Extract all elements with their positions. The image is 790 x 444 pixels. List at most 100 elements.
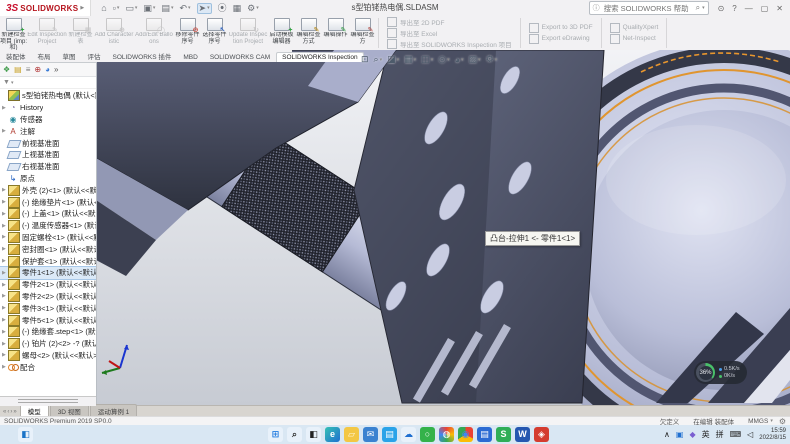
dropdown-caret-icon[interactable]: ▾ <box>117 6 120 11</box>
tab-nav-arrow-icon[interactable]: « <box>3 409 6 415</box>
dropdown-caret-icon[interactable]: ▾ <box>431 57 434 63</box>
feature-tree-row[interactable]: ▶ 零件1<1> (默认<<默认>_显示状态 <box>0 267 96 279</box>
dropdown-caret-icon[interactable]: ▾ <box>447 57 450 63</box>
export-menu-item[interactable]: Export to 3D PDF <box>529 23 593 33</box>
dropdown-caret-icon[interactable]: ▾ <box>207 6 210 11</box>
window-control-button[interactable]: ? <box>729 4 739 13</box>
feature-tree-row[interactable]: ▶ (-) 绝缘垫片<1> (默认<<默认>_显 <box>0 196 96 208</box>
status-item[interactable]: MMGS ▾ <box>748 418 773 425</box>
feature-tree-row[interactable]: s型铂铑热电偶 (默认<默认_显示状态-1 <box>0 90 96 102</box>
tray-icon[interactable]: ∧ <box>664 430 670 439</box>
window-control-button[interactable]: ⊙ <box>715 4 728 13</box>
filter-funnel-icon[interactable]: ▼ <box>3 79 10 86</box>
feature-tree-row[interactable]: ▶ 密封圈<1> (默认<<默认>_显示状态 <box>0 243 96 255</box>
hud-button[interactable]: ◫ ▾ <box>421 54 433 65</box>
feature-tree-row[interactable]: ▶ A 注解 <box>0 125 96 137</box>
hud-button[interactable]: ▨ ▾ <box>469 54 481 65</box>
hud-button[interactable]: ▦ ▾ <box>404 54 416 65</box>
feature-tree-row[interactable]: ▶ (-) 上盖<1> (默认<<默认>_显示状 <box>0 208 96 220</box>
ribbon-button[interactable]: ⊕ Add Characteristic <box>94 16 134 50</box>
taskbar-app-icon[interactable]: ○ <box>420 427 435 442</box>
quick-access-button[interactable]: ▫ ▾ <box>113 4 120 13</box>
command-tab[interactable]: 草图 <box>57 49 82 62</box>
ribbon-button[interactable]: ↻ Update Inspection Project <box>228 16 268 50</box>
feature-tree-row[interactable]: 右视基准面 <box>0 161 96 173</box>
ribbon-button[interactable]: ✎ Edit Inspection Project <box>27 16 67 50</box>
taskbar-app-icon[interactable]: ✉ <box>363 427 378 442</box>
housing-block-part[interactable] <box>354 50 604 403</box>
taskbar-app-icon[interactable]: ▤ <box>477 427 492 442</box>
export-menu-item[interactable]: 导出至 2D PDF <box>387 17 512 27</box>
net-speed-badge[interactable]: 36% 0.5K/s 0K/s <box>694 361 747 384</box>
command-tab[interactable]: SOLIDWORKS CAM <box>204 52 276 62</box>
feature-tree-row[interactable]: ▶ 保护套<1> (默认<<默认>_显示状态 <box>0 255 96 267</box>
tray-icon[interactable]: ⌨ <box>730 430 742 439</box>
dropdown-caret-icon[interactable]: ▾ <box>770 418 773 424</box>
quick-access-button[interactable]: ▣ ▾ <box>143 4 155 13</box>
dropdown-caret-icon[interactable]: ▾ <box>461 57 464 63</box>
tray-icon[interactable]: ▣ <box>676 430 684 439</box>
command-tab[interactable]: 评估 <box>82 49 107 62</box>
panel-resize-grip[interactable] <box>0 396 96 406</box>
window-control-button[interactable]: ✕ <box>773 4 786 13</box>
search-icon[interactable]: ⌕ <box>696 3 700 13</box>
feature-tree-row[interactable]: ◉ 传感器 <box>0 114 96 126</box>
feature-tree-row[interactable]: 前视基准面 <box>0 137 96 149</box>
quick-access-button[interactable]: ▦ <box>233 4 242 13</box>
quick-access-button[interactable]: ⦿ <box>218 4 227 13</box>
feature-tree-row[interactable]: ▶ 零件5<1> (默认<<默认>_显示状态 <box>0 314 96 326</box>
ribbon-button[interactable]: ▦ 新建检查表 <box>67 16 94 50</box>
quick-access-button[interactable]: ⌂ <box>101 4 106 13</box>
command-tab[interactable]: 布局 <box>32 49 57 62</box>
dropdown-caret-icon[interactable]: ▾ <box>135 6 138 11</box>
feature-tree-row[interactable]: ▶ 固定螺栓<1> (默认<<默认>_显示状 <box>0 232 96 244</box>
search-scope-icon[interactable]: ⓘ <box>593 3 600 13</box>
feature-tree-row[interactable]: ▶ 配合 <box>0 361 96 373</box>
ribbon-button[interactable]: ↖ 选择零件序号 <box>201 16 228 50</box>
manager-tab-icon[interactable]: ▤ <box>14 66 22 74</box>
tray-icon[interactable]: 英 <box>702 429 710 440</box>
taskbar-app-icon[interactable]: ◍ <box>439 427 454 442</box>
command-tab[interactable]: 装配体 <box>0 49 32 62</box>
export-menu-item[interactable]: 导出至 SOLIDWORKS Inspection 项目 <box>387 39 512 49</box>
taskbar-app-icon[interactable]: ☁ <box>401 427 416 442</box>
feature-tree-row[interactable]: ▶ 零件3<1> (默认<<默认>_显示状态 <box>0 302 96 314</box>
dropdown-caret-icon[interactable]: ▾ <box>171 6 174 11</box>
taskbar-app-icon[interactable]: S <box>496 427 511 442</box>
dropdown-caret-icon[interactable]: ▾ <box>478 57 481 63</box>
manager-tab-icon[interactable]: ≡ <box>26 66 31 74</box>
tray-icon[interactable]: 拼 <box>716 429 724 440</box>
ribbon-button[interactable]: ✎ 编辑检查方 <box>349 16 376 50</box>
dropdown-caret-icon[interactable]: ▾ <box>414 57 417 63</box>
tab-nav-arrow-icon[interactable]: ‹ <box>7 409 9 415</box>
quick-access-button[interactable]: ↶ ▾ <box>179 4 190 13</box>
manager-tab-icon[interactable]: ⊕ <box>34 66 41 74</box>
ribbon-button[interactable]: ✎ 编辑操作 <box>322 16 349 50</box>
feature-tree-row[interactable]: ▶ 零件2<2> (默认<<默认>_显示状态 <box>0 291 96 303</box>
hud-button[interactable]: ◎ ▾ <box>438 54 449 65</box>
filter-caret-icon[interactable]: ▾ <box>11 80 14 86</box>
hud-button[interactable]: ◕ ▾ <box>455 55 464 65</box>
taskbar-app-icon[interactable]: ◧ <box>306 427 321 442</box>
hud-button[interactable]: ⚙ ▾ <box>486 54 498 65</box>
export-menu-item[interactable]: QualityXpert <box>610 23 659 33</box>
quick-access-button[interactable]: ➤ ▾ <box>197 3 212 14</box>
feature-tree-row[interactable]: ▶ 螺母<2> (默认<<默认>_显示状态 <box>0 350 96 362</box>
taskbar-app-icon[interactable]: ⊞ <box>268 427 283 442</box>
ribbon-button[interactable]: ✎ 编辑检查方式 <box>295 16 322 50</box>
search-input[interactable] <box>602 3 694 14</box>
feature-tree-row[interactable]: 上视基准面 <box>0 149 96 161</box>
hud-button[interactable]: ◪ ▾ <box>387 54 399 65</box>
command-tab[interactable]: SOLIDWORKS Inspection <box>276 52 364 62</box>
feature-tree-row[interactable]: ↳ 原点 <box>0 173 96 185</box>
taskbar-app-icon[interactable]: ▤ <box>382 427 397 442</box>
dropdown-caret-icon[interactable]: ▾ <box>256 6 259 11</box>
taskbar-app-icon[interactable]: W <box>515 427 530 442</box>
hud-button[interactable]: ⌕ ▾ <box>374 54 383 65</box>
ribbon-button[interactable]: + 新建检查项目 (imp:和) <box>0 16 27 50</box>
feature-tree-row[interactable]: ▶ (-) 铂片 (2)<2> -? (默认<<默认> <box>0 338 96 350</box>
dropdown-caret-icon[interactable]: ▾ <box>153 6 156 11</box>
quick-access-button[interactable]: ⚙ ▾ <box>247 4 259 13</box>
taskbar-app-icon[interactable]: ⌕ <box>287 427 302 442</box>
graphics-viewport[interactable] <box>96 50 790 405</box>
